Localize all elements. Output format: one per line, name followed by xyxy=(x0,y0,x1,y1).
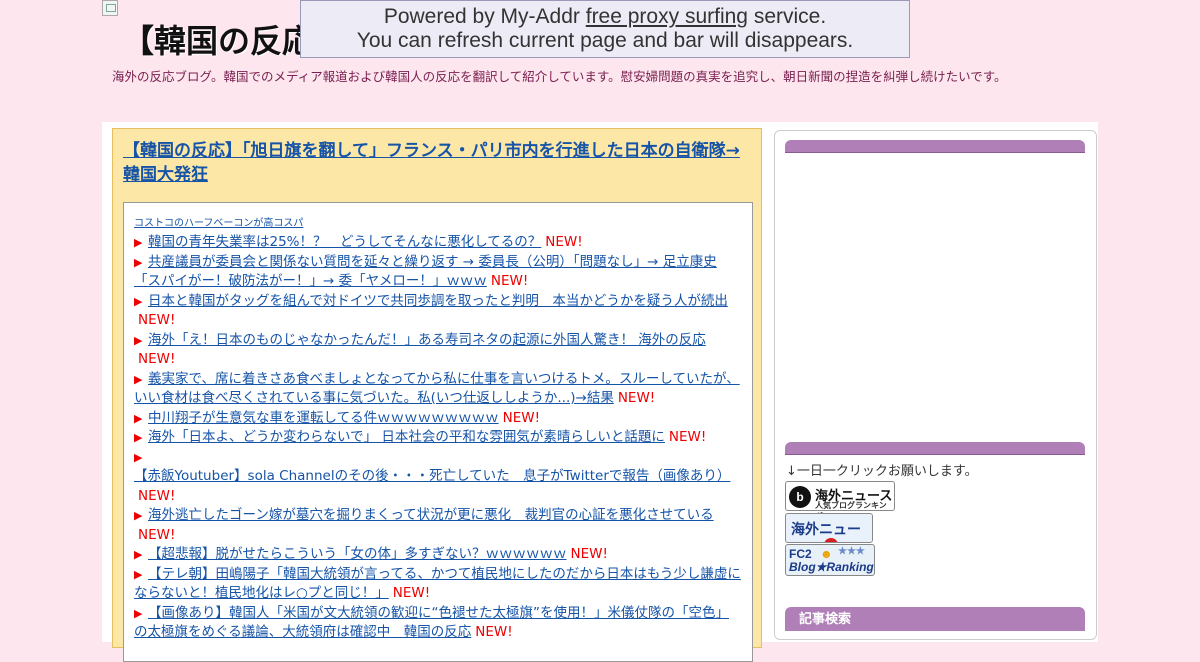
new-badge: NEW! xyxy=(502,409,540,426)
overseas-news-ranking-banner[interactable]: b 海外ニュース 人気ブログランキング xyxy=(785,481,895,521)
article-link[interactable]: 日本と韓国がタッグを組んで対ドイツで共同歩調を取ったと判明 本当かどうかを疑う人… xyxy=(148,293,728,309)
list-item: ▶ 【超悲報】脱がせたらこういう「女の体」多すぎない？ｗｗｗｗｗｗ NEW! xyxy=(134,545,742,565)
article-link[interactable]: 【画像あり】韓国人「米国が文大統領の歓迎に“色褪せた太極旗”を使用！」米儀仗隊の… xyxy=(134,605,729,641)
fc2-blog-ranking-banner[interactable]: FC2 ☻ ★★★ Blog★Ranking xyxy=(785,544,875,576)
related-articles-box: コストコのハーフベーコンが高コスパ ▶ 韓国の青年失業率は25%！？ どうしてそん… xyxy=(123,202,753,662)
site-title[interactable]: 【韓国の反応 xyxy=(122,18,302,64)
new-badge: NEW! xyxy=(490,273,529,289)
bullet-triangle-icon: ▶ xyxy=(134,372,143,386)
proxy-notice-line2: You can refresh current page and bar wil… xyxy=(356,29,854,52)
new-badge: NEW! xyxy=(392,585,431,601)
new-badge: NEW! xyxy=(668,429,707,445)
article-link[interactable]: 海外逃亡したゴーン嫁が墓穴を掘りまくって状況が更に悪化 裁判官の心証を悪化させて… xyxy=(148,507,714,523)
list-item: ▶ 韓国の青年失業率は25%！？ どうしてそんなに悪化してるの？ NEW! xyxy=(134,233,742,253)
list-item: ▶ 【赤飯Youtuber】sola Channelのその後・・・死亡していた 息… xyxy=(134,448,742,507)
article-link[interactable]: 韓国の青年失業率は25%！？ どうしてそんなに悪化してるの？ xyxy=(148,234,541,250)
banner-label: FC2 xyxy=(789,547,812,561)
article-link[interactable]: 共産議員が委員会と関係ない質問を延々と繰り返す → 委員長（公明）「問題なし」→… xyxy=(134,254,717,290)
article-link[interactable]: 海外「日本よ、どうか変わらないで」 日本社会の平和な雰囲気が素晴らしいと話題に xyxy=(148,429,665,445)
bullet-triangle-icon: ▶ xyxy=(134,509,143,522)
banner-sublabel: Blog★Ranking xyxy=(789,560,874,574)
list-item: ▶ 中川翔子が生意気な車を運転してる件ｗｗｗｗｗｗｗｗｗ NEW! xyxy=(134,409,742,429)
bullet-triangle-icon: ▶ xyxy=(134,548,143,561)
broken-header-image-icon xyxy=(102,0,118,16)
bullet-triangle-icon: ▶ xyxy=(134,294,143,308)
sidebar-widget-header xyxy=(785,442,1085,455)
sidebar-widget-header xyxy=(785,140,1085,153)
list-item: ▶ 日本と韓国がタッグを組んで対ドイツで共同歩調を取ったと判明 本当かどうかを疑う… xyxy=(134,292,742,331)
list-item: ▶ 海外逃亡したゴーン嫁が墓穴を掘りまくって状況が更に悪化 裁判官の心証を悪化させ… xyxy=(134,506,742,545)
smile-icon: ☻ xyxy=(820,547,833,561)
list-item: ▶ 共産議員が委員会と関係ない質問を延々と繰り返す → 委員長（公明）「問題なし」… xyxy=(134,253,742,292)
bullet-triangle-icon: ▶ xyxy=(134,236,143,249)
bullet-triangle-icon: ▶ xyxy=(134,450,143,464)
bullet-triangle-icon: ▶ xyxy=(134,431,143,444)
list-item: ▶ 海外「日本よ、どうか変わらないで」 日本社会の平和な雰囲気が素晴らしいと話題に… xyxy=(134,428,742,448)
proxy-notice-text: Powered by My-Addr xyxy=(383,5,586,28)
list-item: ▶ 義実家で、席に着きさあ食べましょとなってから私に仕事を言いつけるトメ。スルーし… xyxy=(134,370,742,409)
bullet-triangle-icon: ▶ xyxy=(134,567,143,581)
proxy-surfing-link[interactable]: free proxy surfing xyxy=(586,5,748,28)
new-badge: NEW! xyxy=(138,526,176,543)
article-link[interactable]: 【テレ朝】田嶋陽子「韓国大統領が言ってる、かつて植民地にしたのだから日本はもう少… xyxy=(134,566,741,602)
ranking-logo-icon: b xyxy=(789,486,811,508)
list-item: ▶ 【画像あり】韓国人「米国が文大統領の歓迎に“色褪せた太極旗”を使用！」米儀仗隊… xyxy=(134,604,742,643)
article-search-heading: 記事検索 xyxy=(785,607,1085,631)
proxy-notice-bar: Powered by My-Addr free proxy surfing se… xyxy=(300,0,910,58)
list-item: ▶ 海外「え！日本のものじゃなかったんだ！」ある寿司ネタの起源に外国人驚き！ 海外… xyxy=(134,331,742,370)
new-badge: NEW! xyxy=(570,546,608,562)
bullet-triangle-icon: ▶ xyxy=(134,411,143,425)
ad-link[interactable]: コストコのハーフベーコンが高コスパ xyxy=(134,217,742,231)
new-badge: NEW! xyxy=(138,487,176,504)
main-column: 【韓国の反応】「旭日旗を翻して」フランス・パリ市内を行進した日本の自衛隊→韓国大… xyxy=(112,128,762,662)
overseas-news-banner[interactable]: 海外ニュース xyxy=(785,513,873,543)
bullet-triangle-icon: ▶ xyxy=(134,255,143,269)
article-link[interactable]: 中川翔子が生意気な車を運転してる件ｗｗｗｗｗｗｗｗｗ xyxy=(148,410,499,426)
entry-title-link[interactable]: 【韓国の反応】「旭日旗を翻して」フランス・パリ市内を行進した日本の自衛隊→韓国大… xyxy=(123,139,753,187)
new-badge: NEW! xyxy=(617,390,656,406)
click-request-note: ↓一日一クリックお願いします。 xyxy=(786,464,978,479)
site-description: 海外の反応ブログ。韓国でのメディア報道および韓国人の反応を翻訳して紹介しています… xyxy=(112,69,1007,84)
new-badge: NEW! xyxy=(545,234,583,250)
new-badge: NEW! xyxy=(475,624,513,640)
list-item: ▶ 【テレ朝】田嶋陽子「韓国大統領が言ってる、かつて植民地にしたのだから日本はもう… xyxy=(134,565,742,604)
stars-icon: ★★★ xyxy=(838,546,865,557)
article-link[interactable]: 【超悲報】脱がせたらこういう「女の体」多すぎない？ｗｗｗｗｗｗ xyxy=(148,546,567,562)
bullet-triangle-icon: ▶ xyxy=(134,333,143,347)
proxy-notice-suffix: service. xyxy=(747,5,827,28)
bullet-triangle-icon: ▶ xyxy=(134,606,143,620)
article-link[interactable]: 海外「え！日本のものじゃなかったんだ！」ある寿司ネタの起源に外国人驚き！ 海外の… xyxy=(148,332,706,348)
article-list: ▶ 韓国の青年失業率は25%！？ どうしてそんなに悪化してるの？ NEW! ▶ 共産議員… xyxy=(134,233,742,643)
new-badge: NEW! xyxy=(138,312,176,328)
new-badge: NEW! xyxy=(138,351,176,367)
article-link[interactable]: 【赤飯Youtuber】sola Channelのその後・・・死亡していた 息子… xyxy=(134,468,730,484)
